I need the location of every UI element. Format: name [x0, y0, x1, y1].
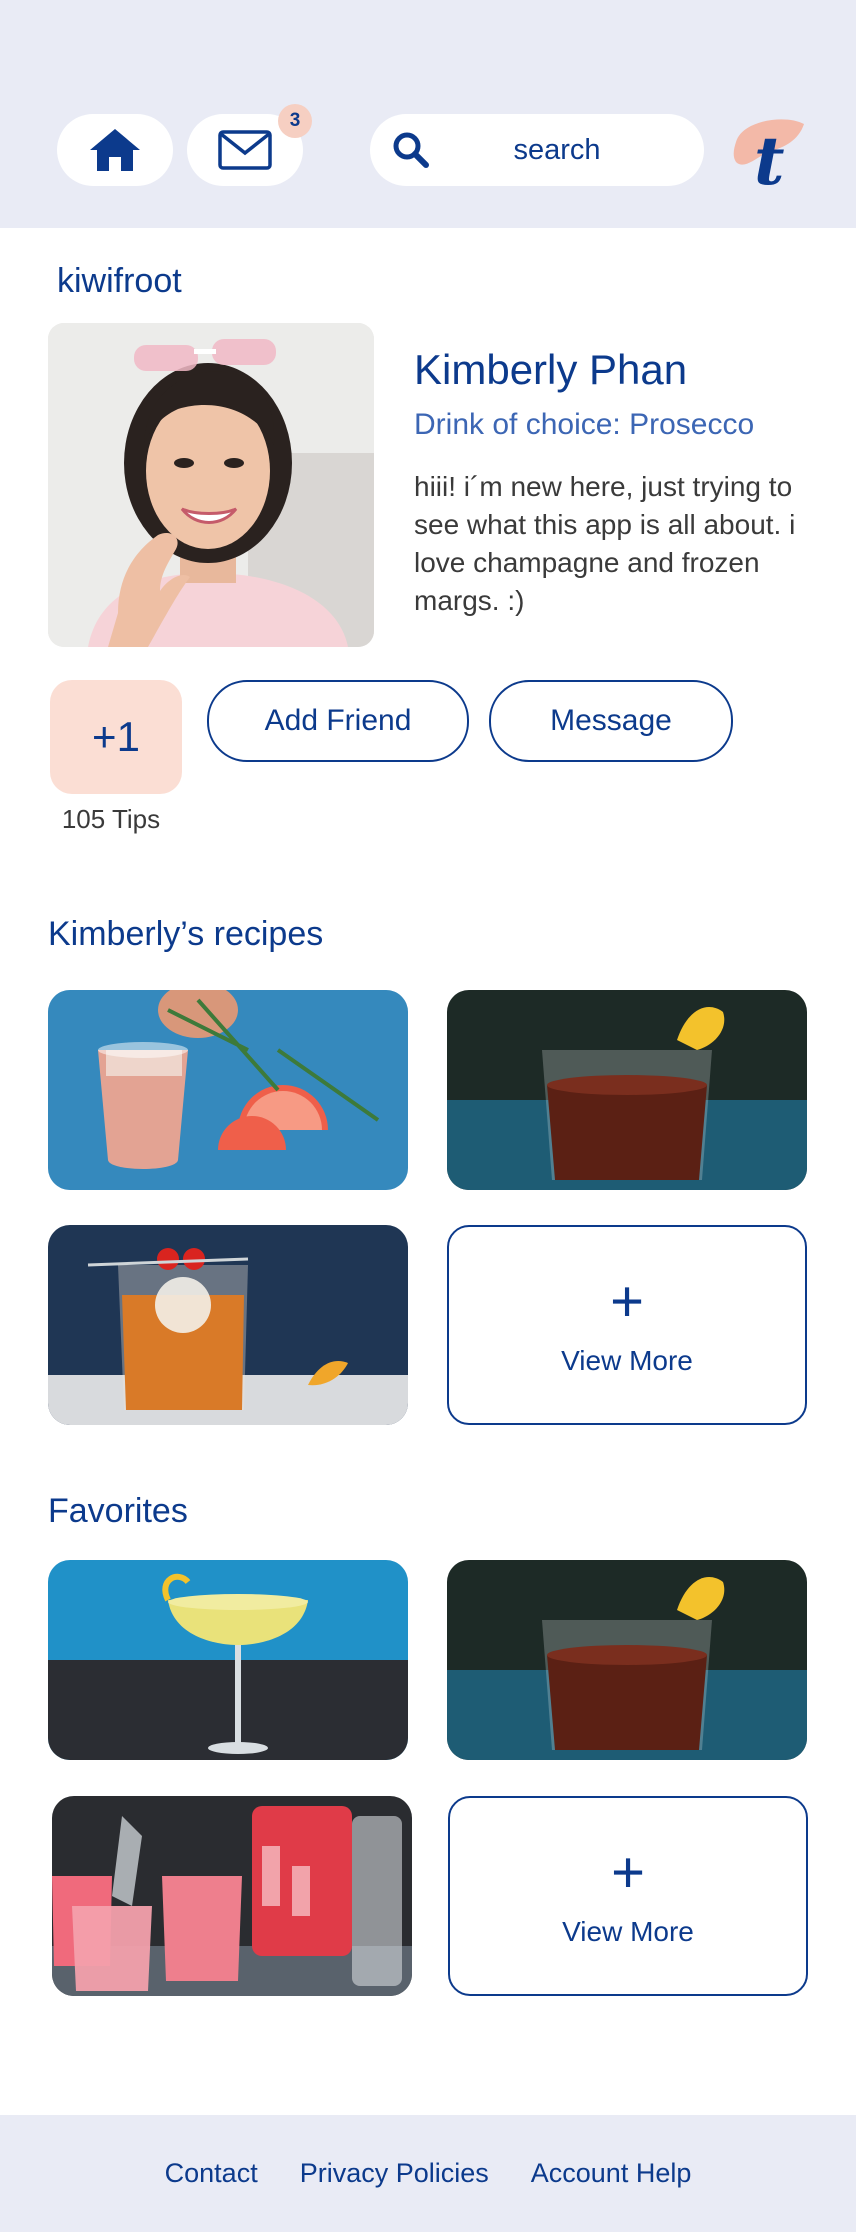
- message-button[interactable]: Message: [489, 680, 733, 762]
- tip-plus-one-button[interactable]: +1: [50, 680, 182, 794]
- dark-cocktail-image: [447, 990, 807, 1190]
- profile-bio: hiii! i´m new here, just trying to see w…: [414, 471, 796, 616]
- recipes-section-title: Kimberly’s recipes: [48, 915, 324, 953]
- search-icon: [393, 132, 429, 168]
- svg-text:t: t: [754, 122, 785, 190]
- view-more-label: View More: [561, 1345, 693, 1376]
- plus-icon: +: [611, 1840, 645, 1905]
- favorite-card[interactable]: [52, 1796, 412, 1996]
- tips-count: 105 Tips: [61, 804, 161, 834]
- recipe-card[interactable]: [48, 1225, 408, 1425]
- top-nav-bar: 3 search t: [0, 0, 856, 228]
- favorites-section-title: Favorites: [48, 1492, 188, 1530]
- footer: Contact Privacy Policies Account Help: [0, 2115, 856, 2232]
- view-more-label: View More: [562, 1916, 694, 1947]
- old-fashioned-image: [48, 1225, 408, 1425]
- app-logo[interactable]: t: [728, 112, 806, 190]
- profile-photo: [48, 323, 374, 647]
- add-friend-button[interactable]: Add Friend: [207, 680, 469, 762]
- favorite-card[interactable]: [447, 1560, 807, 1760]
- coupe-cocktail-image: [48, 1560, 408, 1760]
- mail-icon: [218, 130, 272, 170]
- grapefruit-cocktail-image: [48, 990, 408, 1190]
- footer-link-contact[interactable]: Contact: [165, 2158, 258, 2189]
- recipe-card[interactable]: [48, 990, 408, 1190]
- profile-full-name: Kimberly Phan: [414, 346, 688, 393]
- rhubarb-drinks-image: [52, 1796, 412, 1996]
- home-icon: [90, 129, 140, 171]
- footer-link-privacy-policies[interactable]: Privacy Policies: [300, 2158, 489, 2189]
- home-button[interactable]: [57, 114, 173, 186]
- dark-cocktail-image: [447, 1560, 807, 1760]
- search-input[interactable]: search: [370, 114, 704, 186]
- username: kiwifroot: [57, 262, 182, 300]
- drink-of-choice: Drink of choice: Prosecco: [414, 408, 755, 441]
- plus-icon: +: [610, 1269, 644, 1334]
- footer-link-account-help[interactable]: Account Help: [531, 2158, 692, 2189]
- recipe-card[interactable]: [447, 990, 807, 1190]
- notification-badge: 3: [278, 104, 312, 138]
- favorites-view-more-button[interactable]: + View More: [448, 1796, 808, 1996]
- favorite-card[interactable]: [48, 1560, 408, 1760]
- recipes-view-more-button[interactable]: + View More: [447, 1225, 807, 1425]
